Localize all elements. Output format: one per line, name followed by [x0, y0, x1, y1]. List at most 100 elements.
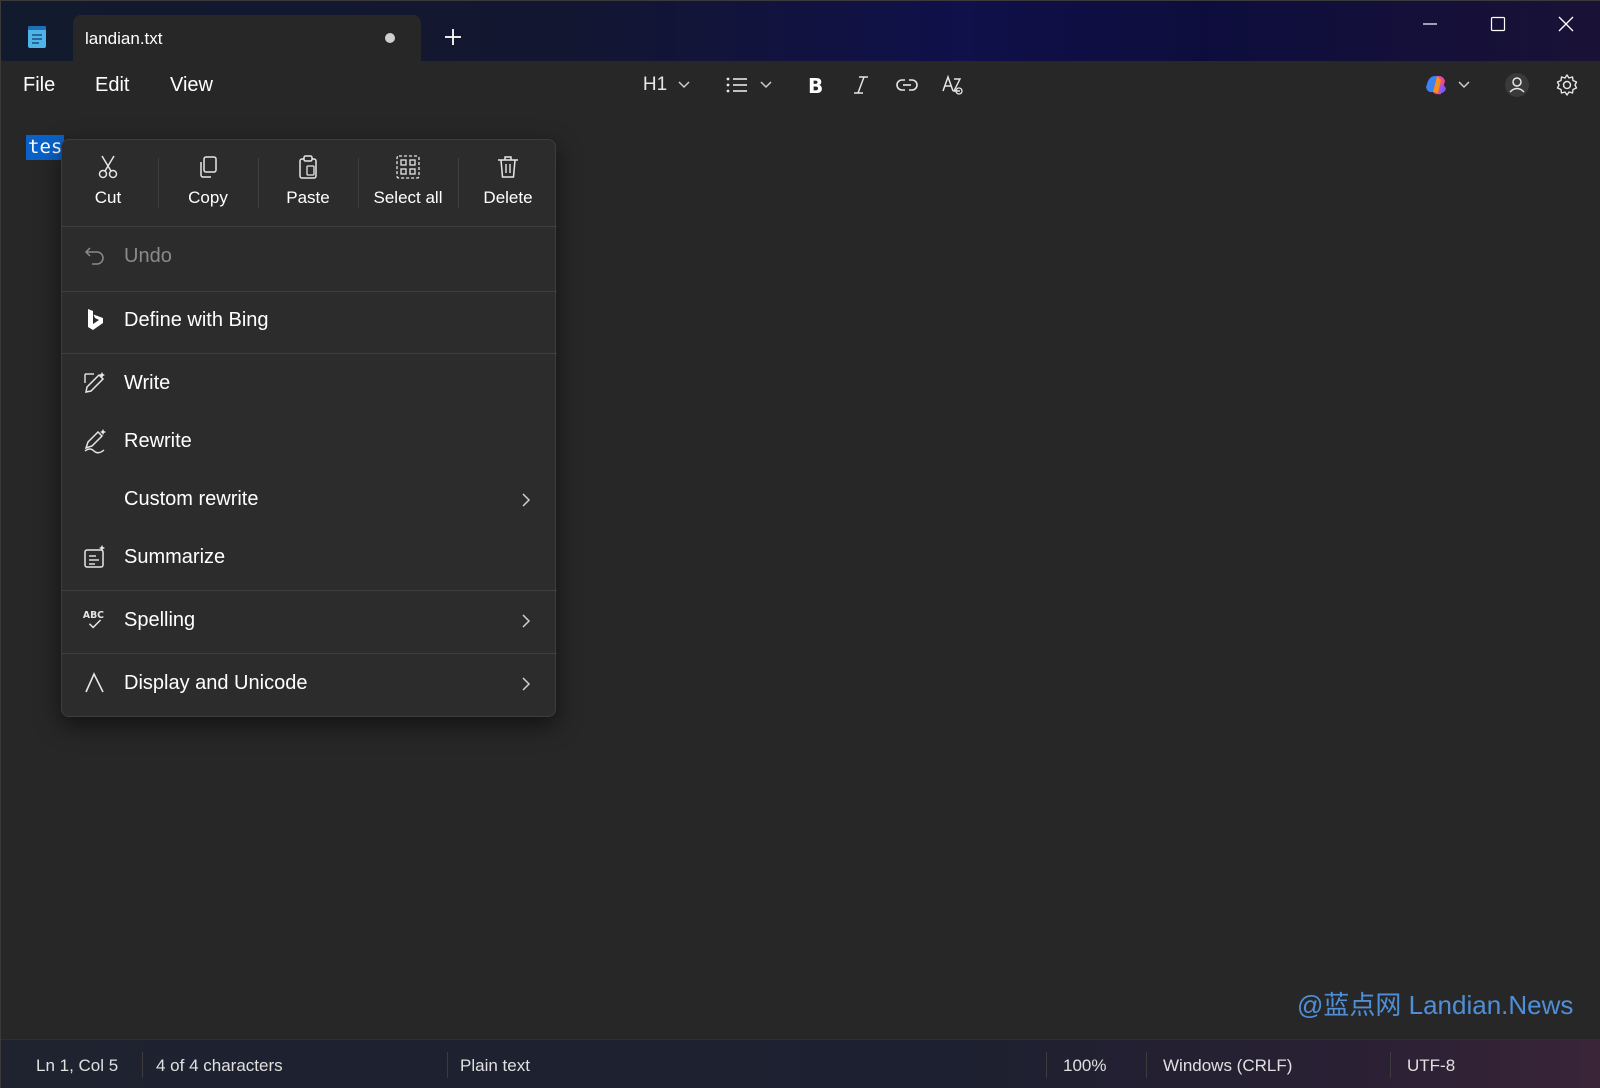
menu-item-label: Summarize — [124, 546, 226, 568]
italic-button[interactable] — [847, 71, 875, 99]
quick-divider — [258, 158, 259, 208]
menu-bar: File Edit View H1 B — [1, 61, 1600, 109]
menu-item-rewrite[interactable]: Rewrite — [62, 414, 557, 470]
menu-divider — [62, 590, 557, 591]
summarize-icon — [82, 544, 108, 570]
italic-icon — [854, 76, 868, 94]
menu-item-label: Define with Bing — [124, 309, 269, 331]
menu-item-write[interactable]: Write — [62, 356, 557, 412]
menu-divider — [62, 653, 557, 654]
chevron-down-icon — [678, 81, 690, 89]
notepad-window: landian.txt File Edit View H1 B tes Cut … — [0, 0, 1600, 1088]
account-button[interactable] — [1503, 71, 1531, 99]
file-tab[interactable]: landian.txt — [73, 15, 421, 61]
select-all-button[interactable]: Select all — [362, 152, 454, 216]
menu-item-label: Display and Unicode — [124, 672, 308, 694]
chevron-right-icon — [522, 677, 531, 691]
menu-item-spelling[interactable]: ABC Spelling — [62, 593, 557, 649]
menu-item-label: Write — [124, 372, 171, 394]
new-tab-plus-icon[interactable] — [441, 25, 465, 49]
close-icon — [1558, 16, 1574, 32]
zoom-level[interactable]: 100% — [1063, 1056, 1106, 1076]
undo-icon — [82, 243, 108, 269]
bulleted-list-icon — [726, 77, 747, 93]
menu-item-label: Spelling — [124, 609, 196, 631]
trash-icon — [496, 152, 520, 182]
chevron-right-icon — [522, 493, 531, 507]
context-menu: Cut Copy Paste Select all Delete Undo De… — [61, 139, 557, 717]
selected-text[interactable]: tes — [26, 135, 65, 160]
gear-icon — [1556, 74, 1578, 96]
quick-divider — [458, 158, 459, 208]
svg-text:ABC: ABC — [83, 610, 104, 621]
copy-button[interactable]: Copy — [162, 152, 254, 216]
menu-divider — [62, 353, 557, 354]
notepad-app-icon — [28, 26, 46, 48]
clear-formatting-icon — [942, 74, 963, 95]
pencil-sparkle-icon — [82, 370, 108, 396]
link-button[interactable] — [893, 71, 921, 99]
menu-item-define-with-bing[interactable]: Define with Bing — [62, 293, 557, 349]
maximize-button[interactable] — [1475, 9, 1521, 39]
heading-dropdown[interactable]: H1 — [639, 71, 695, 99]
status-divider — [1390, 1052, 1391, 1078]
character-count: 4 of 4 characters — [156, 1056, 283, 1075]
menu-item-custom-rewrite[interactable]: Custom rewrite — [62, 472, 557, 528]
minimize-icon — [1423, 23, 1437, 25]
maximize-icon — [1490, 16, 1506, 32]
menu-item-summarize[interactable]: Summarize — [62, 530, 557, 586]
chevron-down-icon — [760, 81, 772, 89]
clear-formatting-button[interactable] — [939, 71, 967, 99]
encoding[interactable]: UTF-8 — [1407, 1056, 1455, 1076]
menu-item-display-and-unicode[interactable]: Display and Unicode — [62, 656, 557, 712]
cursor-position[interactable]: Ln 1, Col 5 — [36, 1056, 118, 1076]
quick-divider — [358, 158, 359, 208]
link-icon — [896, 79, 918, 91]
paste-button[interactable]: Paste — [262, 152, 354, 216]
bing-icon — [82, 307, 108, 333]
chevron-right-icon — [522, 614, 531, 628]
menu-file[interactable]: File — [23, 74, 55, 97]
paste-label: Paste — [286, 188, 330, 207]
bold-button[interactable]: B — [801, 71, 829, 99]
delete-label: Delete — [483, 188, 533, 207]
line-ending[interactable]: Windows (CRLF) — [1163, 1056, 1292, 1076]
menu-view[interactable]: View — [170, 74, 213, 97]
chevron-down-icon — [1458, 81, 1470, 89]
tab-title: landian.txt — [85, 29, 163, 48]
pen-sparkle-icon — [82, 428, 108, 454]
copilot-icon — [1426, 75, 1446, 95]
unsaved-indicator-icon[interactable] — [385, 33, 395, 43]
scissors-icon — [96, 152, 120, 182]
title-bar: landian.txt — [1, 1, 1600, 61]
unicode-icon — [82, 670, 108, 696]
menu-divider — [62, 226, 557, 227]
heading-level-label: H1 — [642, 74, 668, 95]
status-divider — [1146, 1052, 1147, 1078]
svg-text:B: B — [808, 74, 823, 96]
status-bar: Ln 1, Col 5 4 of 4 characters Plain text… — [1, 1039, 1600, 1088]
delete-button[interactable]: Delete — [462, 152, 554, 216]
copilot-dropdown[interactable] — [1419, 71, 1475, 99]
menu-item-undo[interactable]: Undo — [62, 229, 557, 285]
select-all-icon — [395, 152, 421, 182]
settings-button[interactable] — [1553, 71, 1581, 99]
copy-label: Copy — [188, 188, 228, 207]
spelling-icon: ABC — [82, 607, 108, 633]
clipboard-icon — [296, 152, 320, 182]
cut-button[interactable]: Cut — [62, 152, 154, 216]
text-format[interactable]: Plain text — [460, 1056, 530, 1076]
select-all-label: Select all — [373, 188, 443, 207]
menu-edit[interactable]: Edit — [95, 74, 129, 97]
menu-item-label: Undo — [124, 245, 172, 267]
status-divider — [142, 1052, 143, 1078]
minimize-button[interactable] — [1407, 9, 1453, 39]
copy-icon — [196, 152, 220, 182]
menu-divider — [62, 291, 557, 292]
status-divider — [447, 1052, 448, 1078]
quick-actions-row: Cut Copy Paste Select all Delete — [62, 140, 557, 226]
menu-item-label: Custom rewrite — [124, 488, 259, 510]
close-button[interactable] — [1543, 9, 1589, 39]
list-dropdown[interactable] — [721, 71, 777, 99]
cut-label: Cut — [94, 188, 122, 207]
